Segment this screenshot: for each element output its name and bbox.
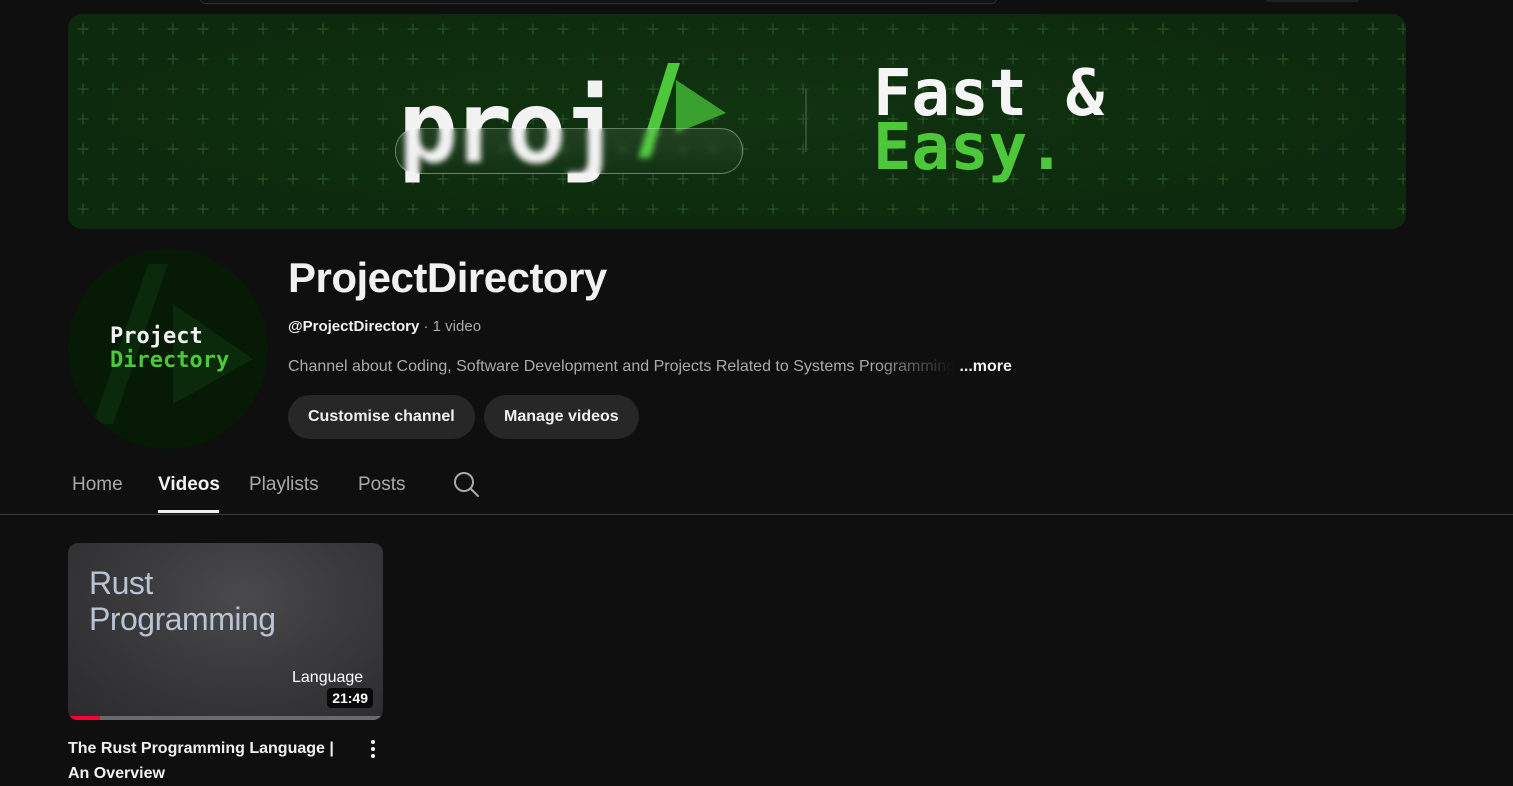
avatar-line-1: Project xyxy=(110,324,203,349)
video-title[interactable]: The Rust Programming Language | An Overv… xyxy=(68,736,348,786)
watch-progress-fill xyxy=(68,716,100,720)
more-link[interactable]: ...more xyxy=(959,358,1011,375)
channel-banner: proj Fast & Easy. xyxy=(68,14,1406,229)
header-button-edge[interactable] xyxy=(1265,0,1360,2)
thumbnail-title-line-2: Programming xyxy=(89,601,276,637)
avatar-line-2: Directory xyxy=(110,348,230,373)
tab-home[interactable]: Home xyxy=(72,474,123,496)
tab-videos[interactable]: Videos xyxy=(158,474,220,496)
watch-progress-track xyxy=(68,716,383,720)
more-vert-icon[interactable] xyxy=(363,738,383,762)
banner-glass-pill xyxy=(395,128,743,174)
channel-meta-row: @ProjectDirectory · 1 video xyxy=(288,318,481,335)
customise-channel-button[interactable]: Customise channel xyxy=(288,395,475,439)
thumbnail-subtitle: Language xyxy=(292,669,364,686)
thumbnail-title: Rust Programming xyxy=(89,565,276,637)
search-icon[interactable] xyxy=(452,470,480,498)
banner-tagline-2: Easy. xyxy=(873,111,1066,185)
video-duration: 21:49 xyxy=(327,688,373,708)
channel-handle: @ProjectDirectory xyxy=(288,318,420,335)
channel-avatar[interactable]: Project Directory xyxy=(68,249,268,449)
video-count: · 1 video xyxy=(419,318,482,335)
channel-name: ProjectDirectory xyxy=(288,254,607,301)
channel-description-row[interactable]: Channel about Coding, Software Developme… xyxy=(288,358,1012,376)
avatar-text: Project Directory xyxy=(110,325,229,373)
video-thumbnail[interactable]: Rust Programming Language 21:49 xyxy=(68,543,383,720)
tab-posts[interactable]: Posts xyxy=(358,474,406,496)
tab-playlists[interactable]: Playlists xyxy=(249,474,319,496)
active-tab-indicator xyxy=(158,510,219,513)
search-bar-edge[interactable] xyxy=(200,0,997,4)
banner-divider xyxy=(805,90,807,152)
channel-tabs: Home Videos Playlists Posts xyxy=(0,458,1513,515)
banner-logo: proj xyxy=(395,58,748,188)
thumbnail-title-line-1: Rust xyxy=(89,565,153,601)
channel-description: Channel about Coding, Software Developme… xyxy=(288,358,956,375)
manage-videos-button[interactable]: Manage videos xyxy=(484,395,639,439)
